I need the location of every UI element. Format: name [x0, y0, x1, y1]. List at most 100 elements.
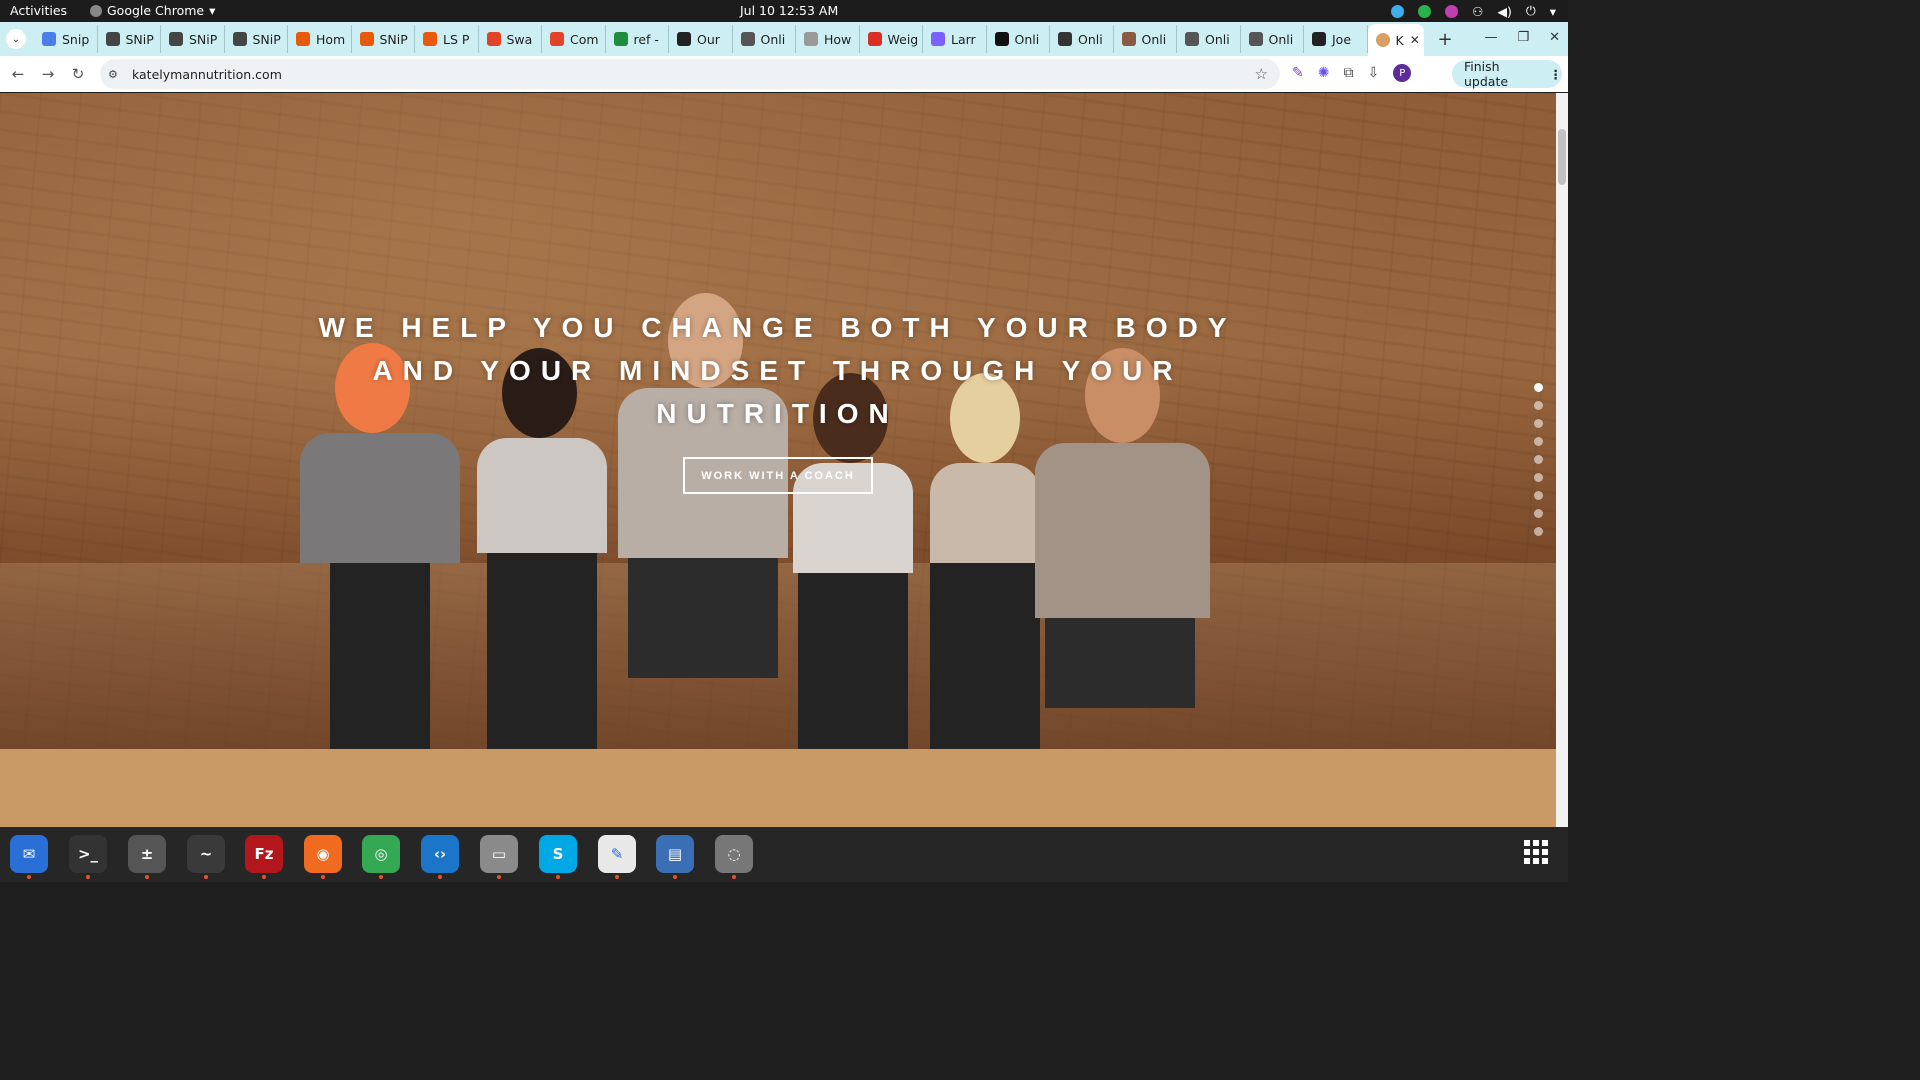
tab-favicon-icon [994, 32, 1009, 46]
dock-files-icon[interactable]: ▭ [480, 835, 518, 873]
system-top-bar: Activities Google Chrome ▾ Jul 10 12:53 … [0, 0, 1568, 22]
page-scrollbar[interactable] [1556, 93, 1568, 827]
slide-dot[interactable] [1534, 383, 1543, 392]
tab-favicon-icon [296, 32, 310, 46]
browser-tab[interactable]: Onli [733, 25, 796, 53]
finish-update-button[interactable]: Finish update ⋮ [1452, 59, 1563, 89]
address-bar[interactable]: ⚙ katelymannutrition.com ☆ [100, 59, 1280, 89]
tab-search-button[interactable]: ⌄ [6, 29, 26, 49]
tab-close-icon[interactable]: ✕ [1410, 33, 1420, 47]
minimize-icon[interactable]: — [1484, 30, 1497, 45]
pen-extension-icon[interactable]: ✎ [1292, 65, 1304, 81]
tab-label: Onli [1268, 31, 1294, 47]
slide-dot[interactable] [1534, 437, 1543, 446]
dock-vscode-icon[interactable]: ‹› [421, 835, 459, 873]
scrollbar-thumb[interactable] [1558, 129, 1566, 185]
slide-dot[interactable] [1534, 509, 1543, 518]
slide-dot[interactable] [1534, 419, 1543, 428]
caret-down-icon: ▾ [209, 3, 216, 18]
volume-icon[interactable]: ◀) [1497, 4, 1512, 19]
browser-tab[interactable]: Onli [987, 25, 1050, 53]
site-info-icon[interactable]: ⚙ [108, 68, 122, 81]
clock[interactable]: Jul 10 12:53 AM [740, 3, 838, 18]
dock-firefox-icon[interactable]: ◉ [304, 835, 342, 873]
browser-tab-active[interactable]: K ✕ [1367, 24, 1424, 56]
sync-icon[interactable] [1391, 4, 1405, 18]
forward-button[interactable]: → [33, 65, 63, 83]
network-icon[interactable]: ⚇ [1472, 4, 1483, 19]
dock-document-viewer-icon[interactable]: ▤ [656, 835, 694, 873]
browser-tab[interactable]: SNiP [352, 25, 415, 53]
bookmark-star-icon[interactable]: ☆ [1255, 65, 1268, 83]
color-picker-icon[interactable] [1445, 4, 1459, 18]
tab-favicon-icon [613, 32, 628, 46]
browser-tab[interactable]: SNiP [225, 25, 288, 53]
page-viewport: WE HELP YOU CHANGE BOTH YOUR BODY AND YO… [0, 93, 1568, 827]
tab-label: Onli [1141, 31, 1167, 47]
browser-tab[interactable]: LS P [415, 25, 479, 53]
slide-dot[interactable] [1534, 527, 1543, 536]
browser-tab[interactable]: Onli [1177, 25, 1241, 53]
browser-tab[interactable]: Joe [1304, 25, 1368, 53]
profile-avatar[interactable]: P [1393, 64, 1412, 82]
browser-tab[interactable]: Swa [479, 25, 542, 53]
browser-tab[interactable]: Hom [288, 25, 352, 53]
slide-dot[interactable] [1534, 401, 1543, 410]
restore-icon[interactable]: ❐ [1517, 30, 1529, 45]
browser-tab[interactable]: Weig [860, 25, 923, 53]
reload-button[interactable]: ↻ [63, 65, 93, 83]
browser-tab[interactable]: How [796, 25, 860, 53]
close-icon[interactable]: ✕ [1549, 30, 1560, 45]
dock-text-editor-icon[interactable]: ✎ [598, 835, 636, 873]
work-with-a-coach-button[interactable]: WORK WITH A COACH [683, 457, 873, 494]
slide-dot[interactable] [1534, 473, 1543, 482]
new-tab-button[interactable]: + [1438, 29, 1453, 50]
browser-tab[interactable]: Our [669, 25, 733, 53]
show-apps-grid-icon[interactable] [1524, 840, 1548, 864]
back-button[interactable]: ← [3, 65, 33, 83]
slide-dot[interactable] [1534, 455, 1543, 464]
browser-tab[interactable]: Onli [1050, 25, 1114, 53]
power-icon[interactable]: ⏻ [1526, 3, 1536, 19]
dock-chrome-icon[interactable]: ◎ [362, 835, 400, 873]
activities-button[interactable]: Activities [10, 3, 67, 18]
browser-tab[interactable]: SNiP [98, 25, 161, 53]
ubuntu-dock: ✉ >_ ± ~ Fz ◉ ◎ ‹› ▭ S ✎ ▤ ◌ [0, 827, 1568, 882]
dock-running-indicator [615, 875, 619, 879]
more-vert-icon[interactable]: ⋮ [1550, 67, 1563, 82]
browser-tab[interactable]: Com [542, 25, 606, 53]
download-icon[interactable]: ⇩ [1367, 65, 1379, 81]
tab-label: Onli [1205, 31, 1230, 47]
chrome-small-icon [90, 4, 102, 17]
browser-tab[interactable]: Onli [1241, 25, 1304, 53]
snowflake-extension-icon[interactable]: ✺ [1318, 65, 1330, 81]
dock-terminal-icon[interactable]: >_ [69, 835, 107, 873]
system-tray[interactable]: ⚇ ◀) ⏻ ▾ [1391, 3, 1556, 19]
chevron-down-icon[interactable]: ▾ [1550, 4, 1556, 19]
dock-running-indicator [262, 875, 266, 879]
dock-thunderbird-icon[interactable]: ✉ [10, 835, 48, 873]
chevron-down-icon: ⌄ [11, 33, 21, 45]
dock-running-indicator [497, 875, 501, 879]
browser-tab[interactable]: SNiP [161, 25, 225, 53]
browser-tab[interactable]: Larr [923, 25, 987, 53]
slide-dot[interactable] [1534, 491, 1543, 500]
dock-disk-icon[interactable]: ◌ [715, 835, 753, 873]
extensions-puzzle-icon[interactable]: ⧉ [1343, 65, 1353, 81]
browser-tab[interactable]: ref - [606, 25, 669, 53]
tab-label: Snip [62, 31, 90, 47]
tab-favicon-icon [804, 32, 818, 46]
browser-tab[interactable]: Onli [1114, 25, 1177, 53]
tab-label: Hom [316, 31, 346, 47]
tab-label: SNiP [125, 31, 154, 47]
browser-tab[interactable]: Snip [34, 25, 98, 53]
app-menu[interactable]: Google Chrome ▾ [90, 3, 215, 18]
dock-filezilla-icon[interactable]: Fz [245, 835, 283, 873]
tab-label: SNiP [379, 31, 408, 47]
check-icon[interactable] [1418, 4, 1432, 18]
url-text[interactable]: katelymannutrition.com [132, 67, 282, 82]
tab-favicon-icon [677, 32, 691, 46]
dock-system-monitor-icon[interactable]: ~ [187, 835, 225, 873]
dock-skype-icon[interactable]: S [539, 835, 577, 873]
dock-calculator-icon[interactable]: ± [128, 835, 166, 873]
